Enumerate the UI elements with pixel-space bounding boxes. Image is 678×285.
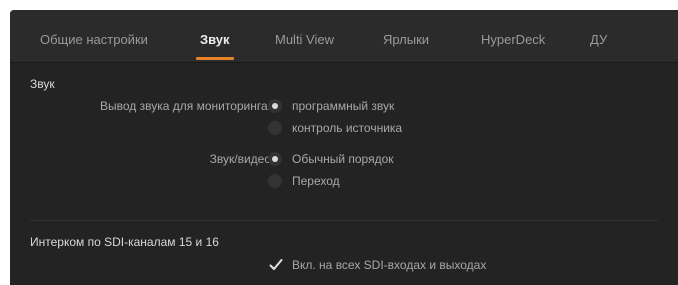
option-label: Обычный порядок	[292, 152, 394, 166]
radio-button-selected[interactable]	[268, 152, 282, 166]
section-divider	[30, 220, 658, 221]
checkbox-label: Вкл. на всех SDI-входах и выходах	[292, 258, 487, 272]
intercom-section-title: Интерком по SDI-каналам 15 и 16	[30, 235, 219, 249]
tab-multi-view[interactable]: Multi View	[275, 32, 334, 47]
monitor-output-label: Вывод звука для мониторинга:	[100, 99, 271, 113]
active-tab-indicator	[196, 57, 234, 60]
radio-button[interactable]	[268, 174, 282, 188]
audio-settings-panel: Звук Вывод звука для мониторинга: програ…	[10, 63, 678, 285]
option-label: программный звук	[292, 99, 395, 113]
tab-remote-control[interactable]: ДУ	[590, 32, 607, 47]
tab-hyperdeck[interactable]: HyperDeck	[481, 32, 545, 47]
tab-audio[interactable]: Звук	[200, 32, 230, 47]
settings-window: Общие настройки Звук Multi View Ярлыки H…	[10, 10, 678, 285]
option-label: контроль источника	[292, 121, 403, 135]
audio-section-title: Звук	[30, 77, 55, 91]
option-label: Переход	[292, 174, 340, 188]
radio-button[interactable]	[268, 121, 282, 135]
radio-button-selected[interactable]	[268, 99, 282, 113]
audio-video-label: Звук/видео	[209, 152, 271, 166]
tab-general-settings[interactable]: Общие настройки	[40, 32, 148, 47]
checkmark-icon[interactable]	[268, 257, 284, 273]
tab-bar: Общие настройки Звук Multi View Ярлыки H…	[10, 10, 678, 63]
tab-labels[interactable]: Ярлыки	[383, 32, 429, 47]
